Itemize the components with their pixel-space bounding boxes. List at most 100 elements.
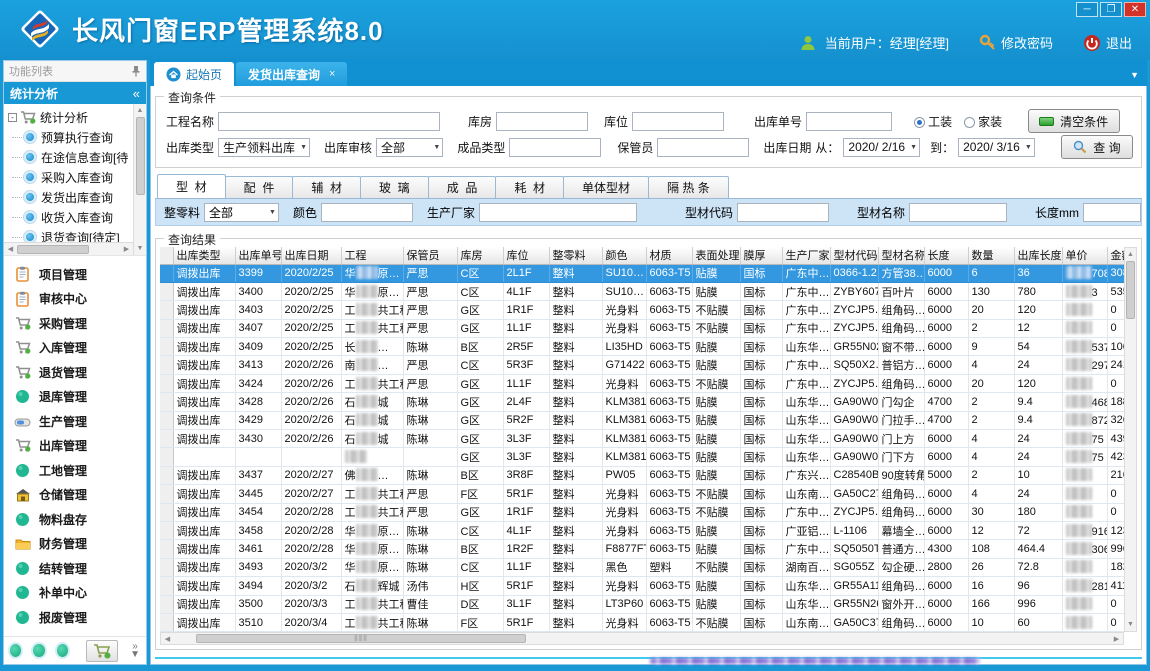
cell-maker[interactable]: 山东华…: [782, 577, 830, 595]
cell-len[interactable]: 6000: [924, 521, 968, 539]
cell-loc[interactable]: 1L1F: [503, 319, 549, 337]
cell-len[interactable]: 6000: [924, 448, 968, 466]
cell-price[interactable]: [1062, 558, 1107, 576]
cell-mat[interactable]: 6063-T5: [646, 595, 692, 613]
cell-qty[interactable]: 130: [968, 282, 1014, 300]
cell-name[interactable]: 百叶片: [878, 282, 924, 300]
date-to-picker[interactable]: 2020/ 3/16 ▼: [958, 138, 1035, 157]
scroll-right-icon[interactable]: ▶: [120, 245, 133, 253]
table-row-3430[interactable]: 调拨出库34302020/2/26石城陈琳G区3L3F整料KLM38176063…: [160, 430, 1124, 448]
cell-qty[interactable]: 10: [968, 613, 1014, 631]
cell-code[interactable]: GA50C37: [830, 613, 878, 631]
material-tab-6[interactable]: 单体型材: [563, 176, 649, 198]
nav-dot-button[interactable]: [10, 644, 21, 657]
cell-len[interactable]: 6000: [924, 577, 968, 595]
cell-olen[interactable]: 24: [1014, 356, 1062, 374]
cell-qty[interactable]: 4: [968, 356, 1014, 374]
cell-mat[interactable]: 6063-T5: [646, 577, 692, 595]
cell-price[interactable]: 872: [1062, 411, 1107, 429]
column-header-14[interactable]: 型材名称: [878, 247, 924, 264]
cell-surf[interactable]: 贴膜: [692, 356, 740, 374]
name-input[interactable]: [909, 203, 1007, 222]
cell-proj[interactable]: 石城: [341, 430, 403, 448]
cell-no[interactable]: 3403: [235, 301, 281, 319]
sidebar-item-2[interactable]: 采购管理: [4, 311, 146, 336]
cell-whole[interactable]: 整料: [549, 613, 602, 631]
clear-conditions-button[interactable]: 清空条件: [1028, 109, 1120, 133]
cell-wh[interactable]: G区: [457, 301, 503, 319]
column-header-2[interactable]: 出库日期: [281, 247, 341, 264]
maximize-button[interactable]: ❐: [1100, 2, 1122, 17]
sidebar-section-header[interactable]: 统计分析 «: [4, 82, 146, 104]
cell-loc[interactable]: 1L1F: [503, 558, 549, 576]
cell-code[interactable]: ZYCJP5…: [830, 319, 878, 337]
cell-qty[interactable]: 30: [968, 503, 1014, 521]
cell-name[interactable]: 普铝方…: [878, 356, 924, 374]
cell-qty[interactable]: 2: [968, 466, 1014, 484]
column-header-1[interactable]: 出库单号: [235, 247, 281, 264]
maker-input[interactable]: [479, 203, 637, 222]
column-header-6[interactable]: 库位: [503, 247, 549, 264]
cell-maker[interactable]: 广东中…: [782, 374, 830, 392]
cell-proj[interactable]: 长…: [341, 338, 403, 356]
cell-surf[interactable]: 贴膜: [692, 577, 740, 595]
cell-film[interactable]: 国标: [740, 411, 782, 429]
warehouse-input[interactable]: [496, 112, 588, 131]
cell-keeper[interactable]: 陈琳: [403, 521, 457, 539]
tree-expander-icon[interactable]: -: [8, 113, 17, 122]
cell-olen[interactable]: 464.4: [1014, 540, 1062, 558]
cell-date[interactable]: 2020/2/25: [281, 264, 341, 282]
color-input[interactable]: [321, 203, 413, 222]
cell-len[interactable]: 6000: [924, 374, 968, 392]
table-row-3500[interactable]: 调拨出库35002020/3/3工共工程曹佳D区3L1F整料LT3P606063…: [160, 595, 1124, 613]
cell-maker[interactable]: 广东中…: [782, 319, 830, 337]
cell-no[interactable]: 3493: [235, 558, 281, 576]
code-input[interactable]: [737, 203, 829, 222]
cell-surf[interactable]: 贴膜: [692, 448, 740, 466]
sidebar-item-14[interactable]: 报废管理: [4, 605, 146, 630]
cell-date[interactable]: [281, 448, 341, 466]
cell-amt[interactable]: 106: [1107, 338, 1124, 356]
material-tab-4[interactable]: 成 品: [428, 176, 497, 198]
cell-mat[interactable]: 6063-T5: [646, 319, 692, 337]
cell-qty[interactable]: 2: [968, 411, 1014, 429]
cell-len[interactable]: 6000: [924, 485, 968, 503]
cell-type[interactable]: 调拨出库: [173, 558, 235, 576]
cell-color[interactable]: G71422: [602, 356, 646, 374]
column-header-15[interactable]: 长度: [924, 247, 968, 264]
cell-film[interactable]: 国标: [740, 338, 782, 356]
cell-color[interactable]: LT3P60: [602, 595, 646, 613]
cell-code[interactable]: GA90W06…: [830, 393, 878, 411]
cell-film[interactable]: 国标: [740, 393, 782, 411]
cell-proj[interactable]: 工共工程: [341, 503, 403, 521]
scroll-up-icon[interactable]: ▲: [1127, 248, 1134, 261]
cell-price[interactable]: 306: [1062, 540, 1107, 558]
cell-date[interactable]: 2020/3/3: [281, 595, 341, 613]
cell-whole[interactable]: 整料: [549, 411, 602, 429]
length-input[interactable]: [1083, 203, 1141, 222]
cell-loc[interactable]: 2L1F: [503, 264, 549, 282]
cell-type[interactable]: 调拨出库: [173, 264, 235, 282]
cell-color[interactable]: KLM3817: [602, 393, 646, 411]
cell-proj[interactable]: 华原…: [341, 521, 403, 539]
keeper-input[interactable]: [657, 138, 749, 157]
cell-no[interactable]: 3413: [235, 356, 281, 374]
cell-proj[interactable]: 石城: [341, 411, 403, 429]
cell-date[interactable]: 2020/2/25: [281, 301, 341, 319]
cell-date[interactable]: 2020/2/28: [281, 540, 341, 558]
cell-mat[interactable]: 6063-T5: [646, 338, 692, 356]
cell-code[interactable]: GR55N02: [830, 338, 878, 356]
column-header-18[interactable]: 单价: [1062, 247, 1107, 264]
material-tab-2[interactable]: 辅 材: [292, 176, 361, 198]
nav-dot-button[interactable]: [57, 644, 68, 657]
cell-date[interactable]: 2020/3/4: [281, 613, 341, 631]
cell-name[interactable]: 门勾企: [878, 393, 924, 411]
table-row-3403[interactable]: 调拨出库34032020/2/25工共工程严思G区1R1F整料光身料6063-T…: [160, 301, 1124, 319]
cell-loc[interactable]: 5R2F: [503, 411, 549, 429]
cell-no[interactable]: 3428: [235, 393, 281, 411]
cell-type[interactable]: 调拨出库: [173, 503, 235, 521]
cell-wh[interactable]: G区: [457, 393, 503, 411]
cell-price[interactable]: 537: [1062, 338, 1107, 356]
cell-whole[interactable]: 整料: [549, 540, 602, 558]
cell-film[interactable]: 国标: [740, 448, 782, 466]
